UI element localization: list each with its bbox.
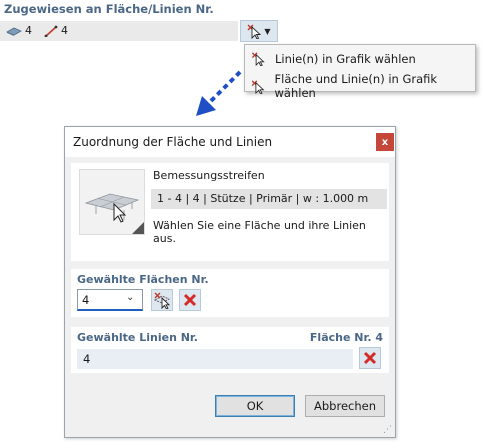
clear-surfaces-button[interactable]	[179, 289, 201, 311]
property-title: Zugewiesen an Fläche/Linien Nr.	[4, 2, 214, 16]
resize-grip-icon[interactable]: ⋰	[383, 425, 392, 435]
property-value-row[interactable]: 4 4	[0, 21, 238, 41]
selected-surfaces-panel: Gewählte Flächen Nr. 4 ⌄	[71, 269, 389, 317]
delete-icon	[183, 293, 197, 307]
design-strip-info: 1 - 4 | 4 | Stütze | Primär | w : 1.000 …	[151, 189, 387, 209]
surface-count: 4	[6, 24, 32, 37]
selected-surfaces-label: Gewählte Flächen Nr.	[77, 273, 209, 286]
delete-icon	[363, 351, 377, 365]
menu-item-label: Fläche und Linie(n) in Grafik wählen	[274, 72, 438, 100]
design-strip-thumbnail	[79, 169, 145, 235]
design-strip-icon	[84, 193, 144, 234]
pick-surface-button[interactable]	[151, 289, 173, 311]
close-button[interactable]: x	[376, 133, 394, 151]
surface-reference: Fläche Nr. 4	[309, 331, 383, 344]
line-icon	[44, 25, 58, 37]
dialog-title: Zuordnung der Fläche und Linien	[73, 135, 273, 149]
line-count-value: 4	[61, 24, 68, 37]
surface-select[interactable]: 4 ⌄	[77, 289, 143, 311]
line-count: 4	[44, 24, 68, 37]
menu-item-pick-lines[interactable]: Linie(n) in Grafik wählen	[251, 51, 416, 66]
clear-lines-button[interactable]	[359, 347, 381, 369]
surface-select-value: 4	[82, 293, 90, 307]
cursor-pick-icon	[251, 52, 265, 66]
cancel-button[interactable]: Abbrechen	[305, 395, 385, 417]
chevron-down-icon: ▼	[264, 26, 271, 36]
design-strip-name: Bemessungsstreifen	[153, 169, 265, 182]
selected-lines-panel: Gewählte Linien Nr. Fläche Nr. 4 4	[71, 327, 389, 373]
design-strip-panel: Bemessungsstreifen 1 - 4 | 4 | Stütze | …	[71, 163, 389, 261]
chevron-down-icon: ⌄	[126, 292, 135, 303]
cursor-pick-icon	[251, 79, 265, 94]
pick-in-graphic-button[interactable]: ▼	[240, 20, 278, 42]
menu-item-pick-surface-and-lines[interactable]: Fläche und Linie(n) in Grafik wählen	[251, 72, 475, 100]
surface-pick-icon	[153, 292, 171, 309]
selected-lines-label: Gewählte Linien Nr.	[77, 331, 198, 344]
lines-input[interactable]: 4	[77, 349, 353, 369]
dialog-titlebar: Zuordnung der Fläche und Linien x	[65, 127, 395, 157]
callout-arrow-icon	[196, 70, 242, 116]
instruction-text: Wählen Sie eine Fläche und ihre Linien a…	[153, 219, 366, 245]
cursor-pick-icon	[247, 24, 262, 39]
assignment-dialog: Zuordnung der Fläche und Linien x Bemess…	[64, 126, 396, 438]
ok-button[interactable]: OK	[215, 395, 295, 417]
surface-icon	[6, 27, 22, 36]
menu-item-label: Linie(n) in Grafik wählen	[275, 51, 416, 66]
pick-dropdown-menu: Linie(n) in Grafik wählen Fläche und Lin…	[244, 44, 476, 100]
surface-count-value: 4	[25, 24, 32, 37]
